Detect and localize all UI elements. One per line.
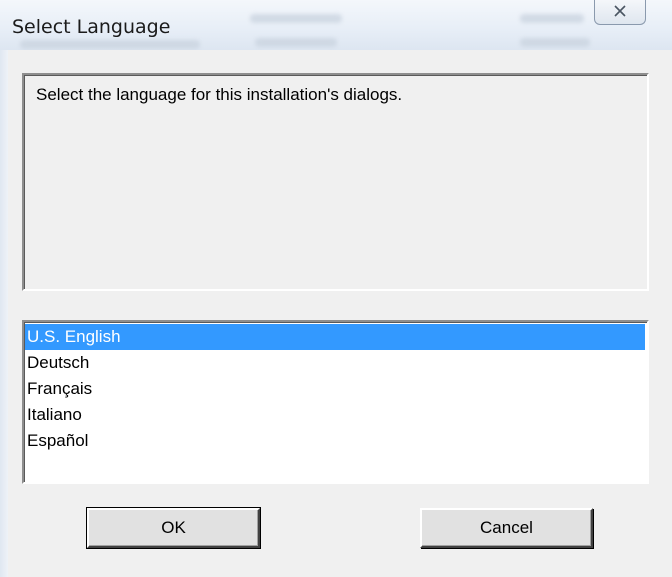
list-item-italiano[interactable]: Italiano — [25, 402, 645, 428]
close-button[interactable] — [594, 0, 646, 25]
list-item-deutsch[interactable]: Deutsch — [25, 350, 645, 376]
background-blur — [250, 14, 342, 23]
background-blur — [20, 40, 200, 49]
background-blur — [255, 38, 337, 47]
window-frame-edge — [0, 50, 8, 577]
title-bar: Select Language — [0, 0, 672, 50]
window-title: Select Language — [12, 16, 171, 38]
background-blur — [520, 38, 590, 47]
list-item-english[interactable]: U.S. English — [25, 324, 645, 350]
language-list[interactable]: U.S. English Deutsch Français Italiano E… — [22, 320, 649, 484]
cancel-button[interactable]: Cancel — [420, 508, 593, 548]
info-panel: Select the language for this installatio… — [22, 73, 649, 291]
close-icon — [614, 5, 626, 17]
list-item-francais[interactable]: Français — [25, 376, 645, 402]
list-item-espanol[interactable]: Español — [25, 428, 645, 454]
info-message: Select the language for this installatio… — [36, 85, 403, 104]
ok-button[interactable]: OK — [86, 507, 261, 549]
background-blur — [520, 14, 584, 23]
